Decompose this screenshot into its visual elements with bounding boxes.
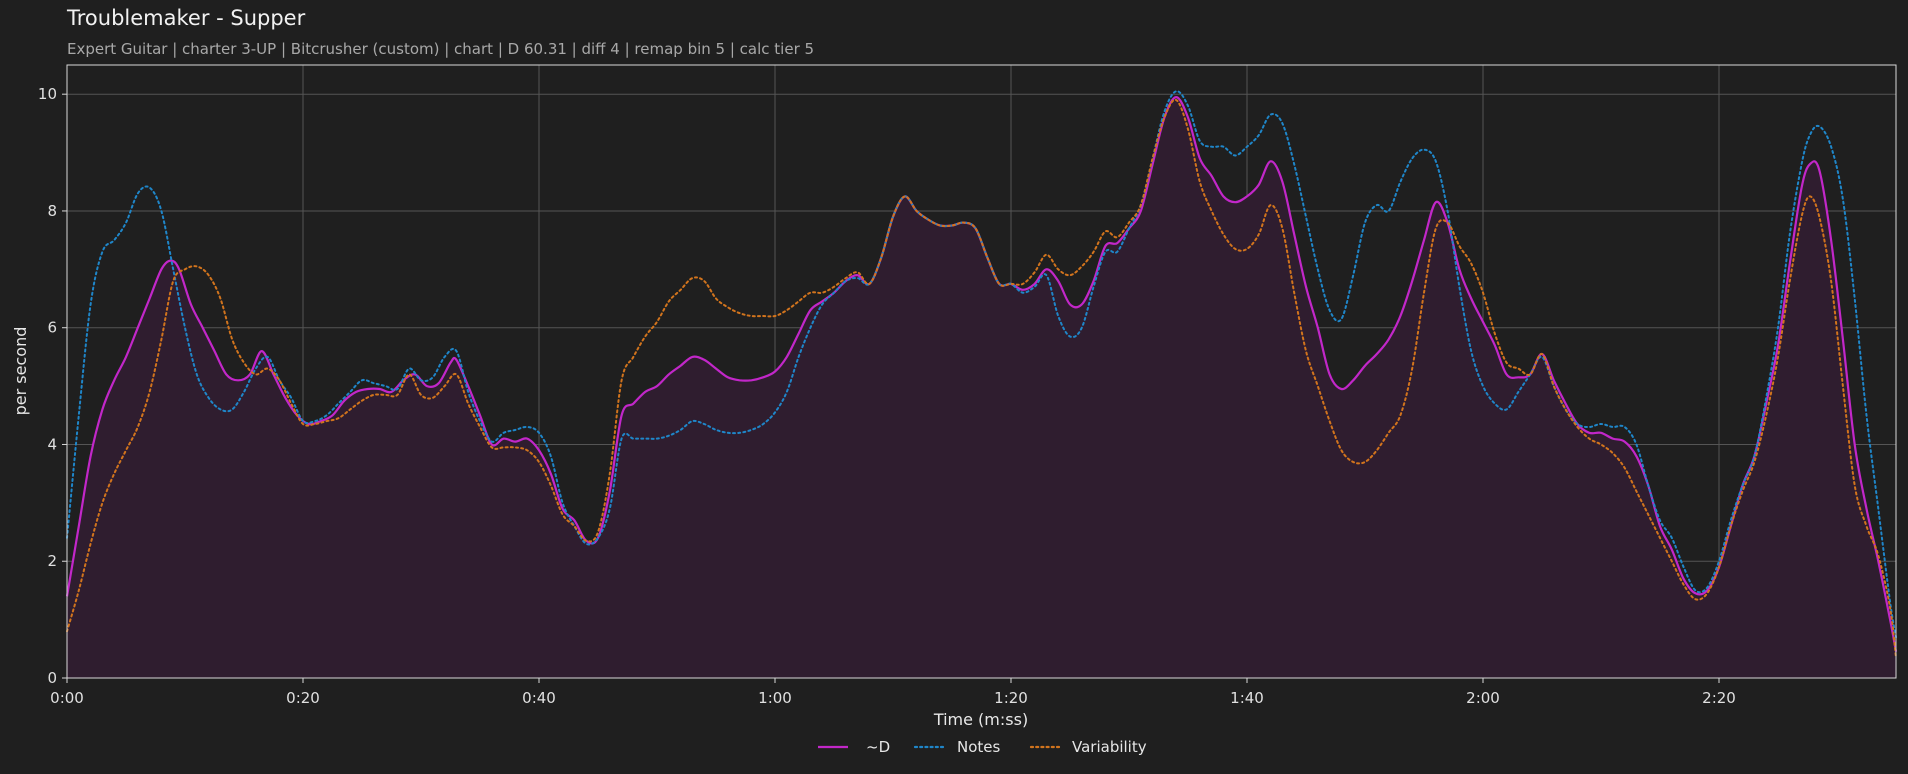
x-tick-label: 1:40	[1230, 689, 1264, 707]
y-axis-label: per second	[11, 327, 30, 416]
y-tick-label: 10	[38, 85, 57, 103]
legend-label: Notes	[957, 738, 1001, 756]
y-tick-label: 4	[47, 435, 57, 453]
y-tick-label: 6	[47, 319, 57, 337]
legend: ~D Notes Variability	[818, 738, 1147, 756]
x-tick-label: 0:00	[50, 689, 84, 707]
x-axis-label: Time (m:ss)	[933, 710, 1028, 729]
x-tick-label: 1:00	[758, 689, 792, 707]
legend-label: Variability	[1072, 738, 1147, 756]
x-tick-label: 0:20	[286, 689, 320, 707]
y-tick-label: 2	[47, 552, 57, 570]
x-tick-label: 0:40	[522, 689, 556, 707]
y-tick-label: 8	[47, 202, 57, 220]
chart-svg: 0:00 0:20 0:40 1:00 1:20 1:40 2:00 2:200246810 …	[11, 64, 1898, 756]
x-tick-label: 1:20	[994, 689, 1028, 707]
x-tick-label: 2:20	[1702, 689, 1736, 707]
x-tick-label: 2:00	[1466, 689, 1500, 707]
legend-label: ~D	[866, 738, 890, 756]
y-tick-label: 0	[47, 669, 57, 687]
